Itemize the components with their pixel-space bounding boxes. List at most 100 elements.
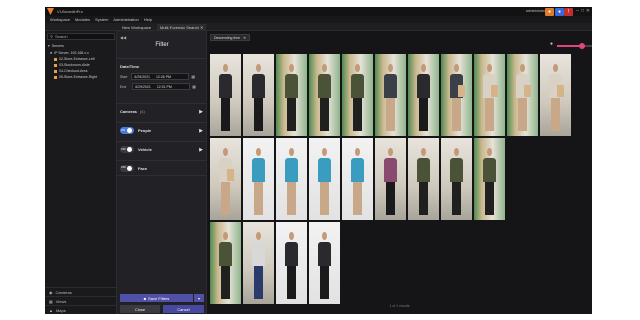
result-thumbnail[interactable] (441, 54, 472, 136)
search-input[interactable]: ⚲ Search (47, 33, 115, 40)
minimize-button[interactable]: – (576, 8, 579, 14)
carried-box (458, 85, 465, 97)
grid-icon: ▦ (49, 298, 53, 304)
tree-camera[interactable]: 03-Stockroom-Aisle (54, 63, 90, 67)
person-head (454, 63, 459, 73)
zoom-out-icon[interactable]: ● (550, 41, 553, 47)
sidebar-views-label: Views (55, 298, 67, 304)
close-window-button[interactable]: ✕ (586, 8, 590, 14)
menu-modules[interactable]: Modules (75, 17, 90, 22)
tree-camera[interactable]: 05-Store-Entrance-Right (54, 75, 97, 79)
result-thumbnail[interactable] (474, 54, 505, 136)
person-legs (220, 182, 231, 216)
person-legs (451, 98, 462, 132)
result-thumbnail[interactable] (276, 222, 307, 304)
person-head (223, 147, 228, 157)
result-thumbnail[interactable] (210, 138, 241, 220)
result-thumbnail[interactable] (408, 54, 439, 136)
tree-server[interactable]: ■ IP Server: 192.168.x.x (50, 51, 89, 55)
camera-label: 04-Checkout-Area (59, 69, 88, 73)
camera-icon: ◉ (49, 289, 53, 295)
sort-chip[interactable]: Descending time ✕ (210, 34, 251, 41)
result-thumbnail[interactable] (210, 54, 241, 136)
sidebar-maps[interactable]: ▲ Maps (45, 305, 117, 314)
people-filter-row[interactable]: ON People ▶ (117, 122, 207, 138)
result-thumbnail[interactable] (375, 138, 406, 220)
chevron-down-icon: ▾ (197, 295, 200, 301)
person-head (487, 63, 492, 73)
result-thumbnail[interactable] (408, 138, 439, 220)
face-toggle[interactable]: OFF (120, 164, 134, 172)
result-thumbnail[interactable] (375, 54, 406, 136)
close-icon[interactable]: ✕ (243, 36, 246, 40)
save-options-dropdown[interactable]: ▾ (194, 294, 204, 302)
tree-camera[interactable]: 02-Store-Entrance-Left (54, 57, 95, 61)
tab-close-icon[interactable]: ✕ (200, 25, 203, 30)
results-pager: 1 of 1 results (389, 304, 410, 308)
close-button[interactable]: Close (120, 305, 160, 313)
result-thumbnail[interactable] (243, 222, 274, 304)
result-thumbnail[interactable] (276, 54, 307, 136)
person-legs (385, 182, 396, 216)
camera-label: 03-Stockroom-Aisle (59, 63, 90, 67)
end-row: End 6/29/2021 12:31 PM ▦ (120, 83, 200, 90)
tree-header[interactable]: ▾ Servers (48, 44, 64, 48)
alert-icon[interactable]: ! (564, 8, 573, 16)
menu-administration[interactable]: Administration (113, 17, 138, 22)
person-head (256, 231, 261, 241)
calendar-icon[interactable]: ▦ (192, 84, 196, 89)
result-thumbnail[interactable] (210, 222, 241, 304)
result-thumbnail[interactable] (309, 138, 340, 220)
start-datetime-field[interactable]: 6/29/2021 12:26 PM (131, 73, 190, 80)
result-thumbnail[interactable] (309, 222, 340, 304)
tab-multi-forensic-search[interactable]: Multi-Forensic Search ✕ (157, 24, 207, 31)
camera-label: 02-Store-Entrance-Left (59, 57, 95, 61)
toggle-state: OFF (121, 166, 126, 169)
face-filter-row[interactable]: OFF Face (117, 160, 207, 176)
result-thumbnail[interactable] (474, 138, 505, 220)
result-thumbnail[interactable] (342, 138, 373, 220)
sidebar-cameras[interactable]: ◉ Cameras (45, 287, 117, 296)
maximize-button[interactable]: □ (581, 8, 584, 14)
result-thumbnail[interactable] (309, 54, 340, 136)
vehicle-toggle[interactable]: OFF (120, 146, 134, 153)
calendar-icon[interactable]: ▦ (191, 74, 195, 79)
result-thumbnail[interactable] (243, 54, 274, 136)
cameras-filter-row[interactable]: Cameras (4) ▶ (117, 103, 207, 119)
person-head (355, 63, 360, 73)
notifications-icon[interactable]: ● (545, 8, 554, 16)
menu-workspace[interactable]: Workspace (50, 17, 70, 22)
vehicle-label: Vehicle (138, 147, 152, 152)
cameras-filter-label: Cameras (120, 109, 137, 114)
result-thumbnail[interactable] (342, 54, 373, 136)
result-thumbnail[interactable] (441, 138, 472, 220)
person-head (355, 147, 360, 157)
tab-label: New Workspace (122, 25, 152, 30)
cameras-count: (4) (139, 109, 145, 114)
tab-new-workspace[interactable]: New Workspace (119, 24, 154, 31)
people-toggle[interactable]: ON (120, 127, 134, 134)
vehicle-filter-row[interactable]: OFF Vehicle ▶ (117, 141, 207, 157)
cancel-button[interactable]: Cancel (163, 305, 204, 313)
person-legs (484, 182, 495, 216)
result-thumbnail[interactable] (243, 138, 274, 220)
person-legs (550, 98, 561, 132)
tree-camera[interactable]: 04-Checkout-Area (54, 69, 87, 73)
save-filters-button[interactable]: ■ Save Filters (120, 294, 193, 302)
datetime-label: Date/Time (120, 64, 140, 69)
result-thumbnail[interactable] (540, 54, 571, 136)
zoom-slider[interactable] (557, 43, 592, 49)
menu-system[interactable]: System (95, 17, 108, 22)
zoom-slider-knob[interactable] (578, 43, 585, 49)
sidebar-views[interactable]: ▦ Views (45, 296, 117, 305)
result-thumbnail[interactable] (276, 138, 307, 220)
end-datetime-field[interactable]: 6/29/2021 12:31 PM (132, 83, 191, 90)
user-name[interactable]: administrator (526, 9, 546, 13)
menu-help[interactable]: Help (144, 17, 152, 22)
result-thumbnail[interactable] (507, 54, 538, 136)
people-label: People (138, 128, 152, 133)
toggle-state: ON (121, 128, 125, 132)
server-icon: ■ (50, 51, 53, 55)
user-icon[interactable]: ● (555, 8, 564, 16)
filter-title: Filter (117, 31, 207, 59)
